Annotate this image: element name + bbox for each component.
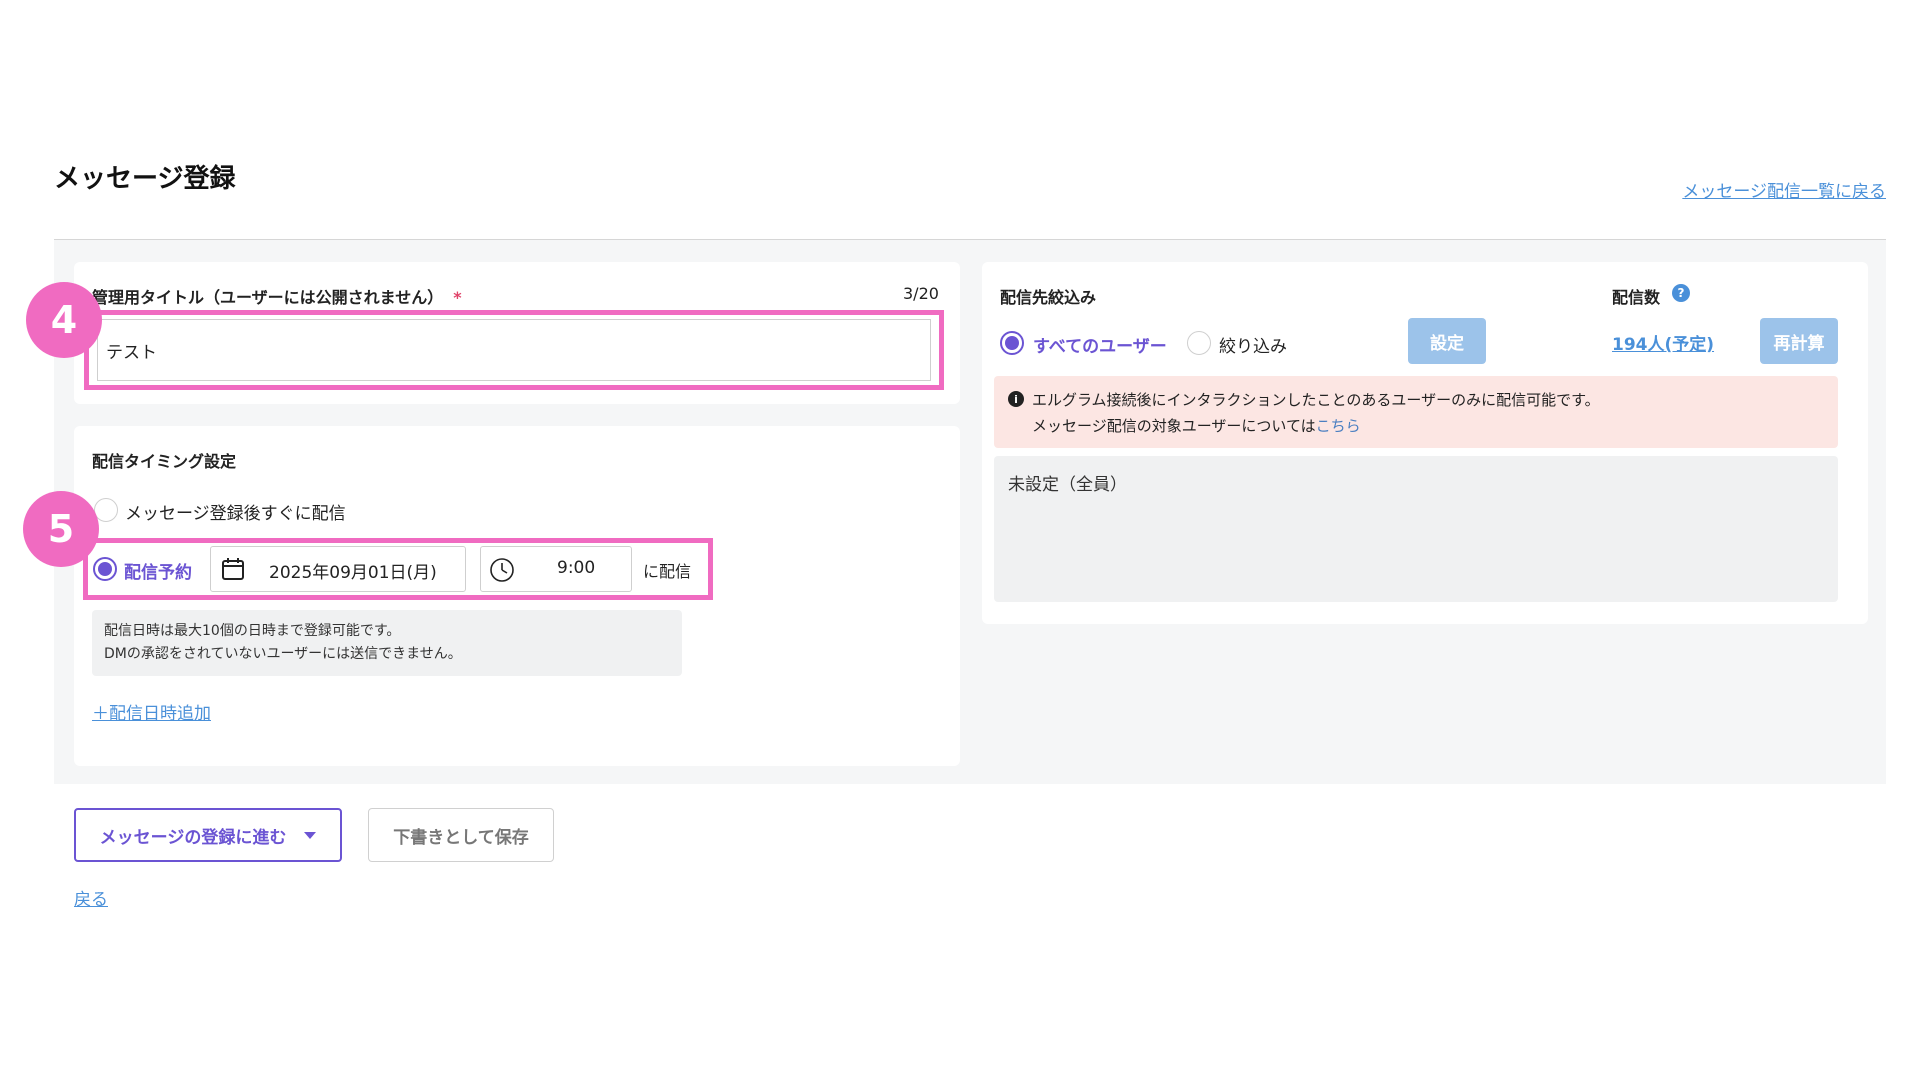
date-field[interactable]: 2025年09月01日(月) bbox=[210, 546, 466, 592]
caret-down-icon bbox=[304, 831, 317, 839]
alert-line2-text: メッセージ配信の対象ユーザーについては bbox=[1032, 417, 1316, 435]
admin-title-value: テスト bbox=[106, 342, 157, 363]
page-title: メッセージ登録 bbox=[54, 164, 236, 194]
admin-title-label: 管理用タイトル（ユーザーには公開されません） * bbox=[92, 284, 462, 308]
required-mark: * bbox=[453, 288, 462, 307]
radio-all-users-label[interactable]: すべてのユーザー bbox=[1033, 332, 1167, 357]
back-to-list-link[interactable]: メッセージ配信一覧に戻る bbox=[1682, 177, 1886, 202]
filter-summary: 未設定（全員） bbox=[994, 456, 1838, 602]
delivery-suffix: に配信 bbox=[643, 562, 692, 581]
date-value: 2025年09月01日(月) bbox=[269, 563, 437, 583]
recipient-count-link[interactable]: 194人(予定) bbox=[1612, 330, 1714, 355]
admin-title-highlight: テスト bbox=[84, 310, 944, 390]
target-alert: i エルグラム接続後にインタラクションしたことのあるユーザーのみに配信可能です。… bbox=[994, 376, 1838, 448]
alert-line2: メッセージ配信の対象ユーザーについてはこちら bbox=[1032, 415, 1361, 436]
count-heading: 配信数 bbox=[1612, 288, 1661, 307]
step-badge-4: 4 bbox=[26, 282, 102, 358]
timing-note: 配信日時は最大10個の日時まで登録可能です。 DMの承認をされていないユーザーに… bbox=[92, 610, 682, 676]
radio-scheduled[interactable] bbox=[93, 557, 117, 581]
radio-filter-label[interactable]: 絞り込み bbox=[1219, 332, 1287, 357]
radio-filter[interactable] bbox=[1187, 331, 1211, 355]
admin-title-input[interactable]: テスト bbox=[97, 319, 931, 381]
time-field[interactable]: 9:00 bbox=[480, 546, 632, 592]
alert-line1: エルグラム接続後にインタラクションしたことのあるユーザーのみに配信可能です。 bbox=[1032, 391, 1600, 409]
filter-setting-button[interactable]: 設定 bbox=[1408, 318, 1486, 364]
add-datetime-link[interactable]: ＋配信日時追加 bbox=[92, 699, 211, 724]
info-icon: i bbox=[1008, 391, 1024, 407]
save-draft-button[interactable]: 下書きとして保存 bbox=[368, 808, 554, 862]
admin-title-label-text: 管理用タイトル（ユーザーには公開されません） bbox=[92, 288, 444, 307]
step-badge-5: 5 bbox=[23, 491, 99, 567]
calendar-icon bbox=[221, 557, 245, 585]
proceed-register-label: メッセージの登録に進む bbox=[99, 827, 287, 848]
back-link[interactable]: 戻る bbox=[74, 885, 108, 910]
timing-note-line1: 配信日時は最大10個の日時まで登録可能です。 bbox=[104, 623, 401, 639]
time-value: 9:00 bbox=[557, 558, 596, 578]
char-counter: 3/20 bbox=[903, 284, 939, 303]
clock-icon bbox=[489, 557, 515, 587]
proceed-register-button[interactable]: メッセージの登録に進む bbox=[74, 808, 342, 862]
help-icon[interactable]: ? bbox=[1672, 284, 1690, 302]
alert-here-link[interactable]: こちら bbox=[1316, 417, 1361, 435]
radio-all-users[interactable] bbox=[1000, 331, 1024, 355]
timing-note-line2: DMの承認をされていないユーザーには送信できません。 bbox=[104, 646, 462, 662]
target-heading: 配信先絞込み bbox=[1000, 288, 1097, 307]
radio-scheduled-label[interactable]: 配信予約 bbox=[124, 558, 192, 583]
recalculate-button[interactable]: 再計算 bbox=[1760, 318, 1838, 364]
filter-summary-text: 未設定（全員） bbox=[1008, 475, 1127, 495]
radio-immediate-label[interactable]: メッセージ登録後すぐに配信 bbox=[125, 499, 346, 524]
timing-heading: 配信タイミング設定 bbox=[92, 452, 237, 471]
